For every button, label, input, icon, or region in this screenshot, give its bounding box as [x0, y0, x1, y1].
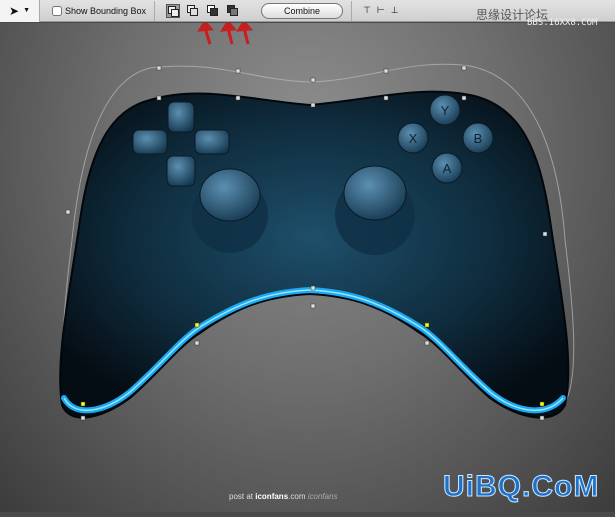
- align-top-icon[interactable]: ⊤: [363, 5, 371, 16]
- iconfans-logo: iconfans: [307, 492, 338, 501]
- footer-credit: post at iconfans.com iconfans: [229, 492, 338, 501]
- footer-prefix: post at: [229, 492, 256, 501]
- bbs-watermark: BBS.16XX8.COM: [527, 18, 598, 28]
- y-label: Y: [441, 103, 450, 118]
- red-arrows: [197, 19, 254, 45]
- chevron-down-icon: ▼: [23, 7, 30, 14]
- d-pad-left: [132, 129, 168, 155]
- tool-preset-picker[interactable]: ➤ ▼: [0, 0, 40, 22]
- divider: [351, 0, 353, 21]
- controller-illustration: Y X B A: [59, 19, 575, 421]
- combine-button[interactable]: Combine: [261, 2, 344, 19]
- intersect-shape-areas-icon[interactable]: [206, 4, 220, 18]
- x-label: X: [409, 131, 418, 146]
- divider: [154, 0, 156, 21]
- b-label: B: [474, 131, 483, 146]
- add-shape-area-icon[interactable]: [166, 3, 181, 18]
- align-bottom-icon[interactable]: ⊥: [391, 5, 399, 16]
- show-bounding-box-label: Show Bounding Box: [65, 5, 147, 16]
- align-middle-icon[interactable]: ⊢: [377, 5, 385, 16]
- uibq-watermark: UiBQ.CoM: [442, 470, 600, 504]
- document-canvas[interactable]: Y X B A: [0, 19, 615, 512]
- d-pad-up: [167, 101, 195, 133]
- footer-site: iconfans: [255, 492, 289, 501]
- d-pad-down: [166, 155, 196, 187]
- d-pad-right: [194, 129, 230, 155]
- a-label: A: [443, 161, 452, 176]
- subtract-shape-area-icon[interactable]: [186, 4, 200, 18]
- show-bounding-box-checkbox[interactable]: [52, 5, 62, 16]
- exclude-overlap-icon[interactable]: [226, 4, 240, 18]
- footer-suffix: .com: [288, 492, 306, 501]
- show-bounding-box-option[interactable]: Show Bounding Box: [52, 5, 147, 16]
- arrow-cursor-icon: ➤: [9, 3, 20, 18]
